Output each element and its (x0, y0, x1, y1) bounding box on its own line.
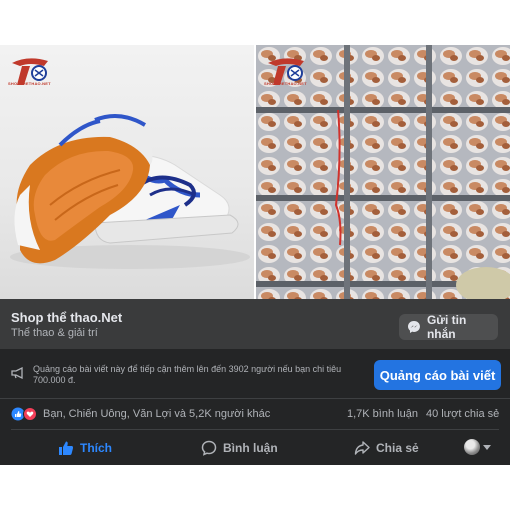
warehouse-photo[interactable]: SHOPTHETHAO.NET (256, 45, 510, 299)
post-card: SHOPTHETHAO.NET SHOPTHETHAO.NET Shop thể… (0, 45, 510, 465)
boost-post-button[interactable]: Quảng cáo bài viết (374, 360, 501, 390)
post-media: SHOPTHETHAO.NET SHOPTHETHAO.NET (0, 45, 510, 299)
send-message-button[interactable]: Gửi tin nhắn (399, 313, 498, 341)
shop-logo-icon (12, 58, 48, 85)
messenger-icon (407, 321, 420, 333)
avatar (464, 439, 480, 455)
logo-text: SHOPTHETHAO.NET (264, 81, 307, 86)
boost-post-bar: Quảng cáo bài viết này để tiếp cận thêm … (0, 349, 510, 399)
post-actions: Thích Bình luận Chia sẻ (11, 429, 499, 465)
comment-count[interactable]: 1,7K bình luận (347, 408, 418, 420)
boost-description: Quảng cáo bài viết này để tiếp cận thêm … (33, 364, 342, 385)
comment-icon (201, 440, 217, 456)
shop-logo-icon (268, 58, 304, 85)
share-icon (354, 441, 370, 455)
like-button[interactable]: Thích (58, 430, 112, 466)
page-name[interactable]: Shop thể thao.Net (11, 310, 122, 325)
megaphone-icon (11, 367, 23, 379)
chevron-down-icon (483, 444, 491, 450)
comment-button[interactable]: Bình luận (201, 430, 278, 466)
like-label: Thích (80, 441, 112, 455)
post-as-selector[interactable] (464, 439, 491, 455)
page-category: Thể thao & giải trí (11, 327, 98, 339)
share-count[interactable]: 40 lượt chia sẻ (426, 408, 499, 420)
share-button[interactable]: Chia sẻ (354, 430, 419, 466)
reactions-summary: Bạn, Chiến Uông, Văn Lợi và 5,2K người k… (0, 399, 510, 429)
send-message-label: Gửi tin nhắn (426, 313, 467, 341)
reaction-names[interactable]: Bạn, Chiến Uông, Văn Lợi và 5,2K người k… (43, 408, 270, 420)
logo-text: SHOPTHETHAO.NET (8, 81, 51, 86)
share-label: Chia sẻ (376, 441, 419, 455)
reaction-icons[interactable] (11, 407, 43, 421)
comment-label: Bình luận (223, 441, 278, 455)
thumbs-up-icon (59, 441, 74, 455)
shoe-photo[interactable]: SHOPTHETHAO.NET (0, 45, 254, 299)
page-info-bar: Shop thể thao.Net Thể thao & giải trí Gử… (0, 299, 510, 349)
